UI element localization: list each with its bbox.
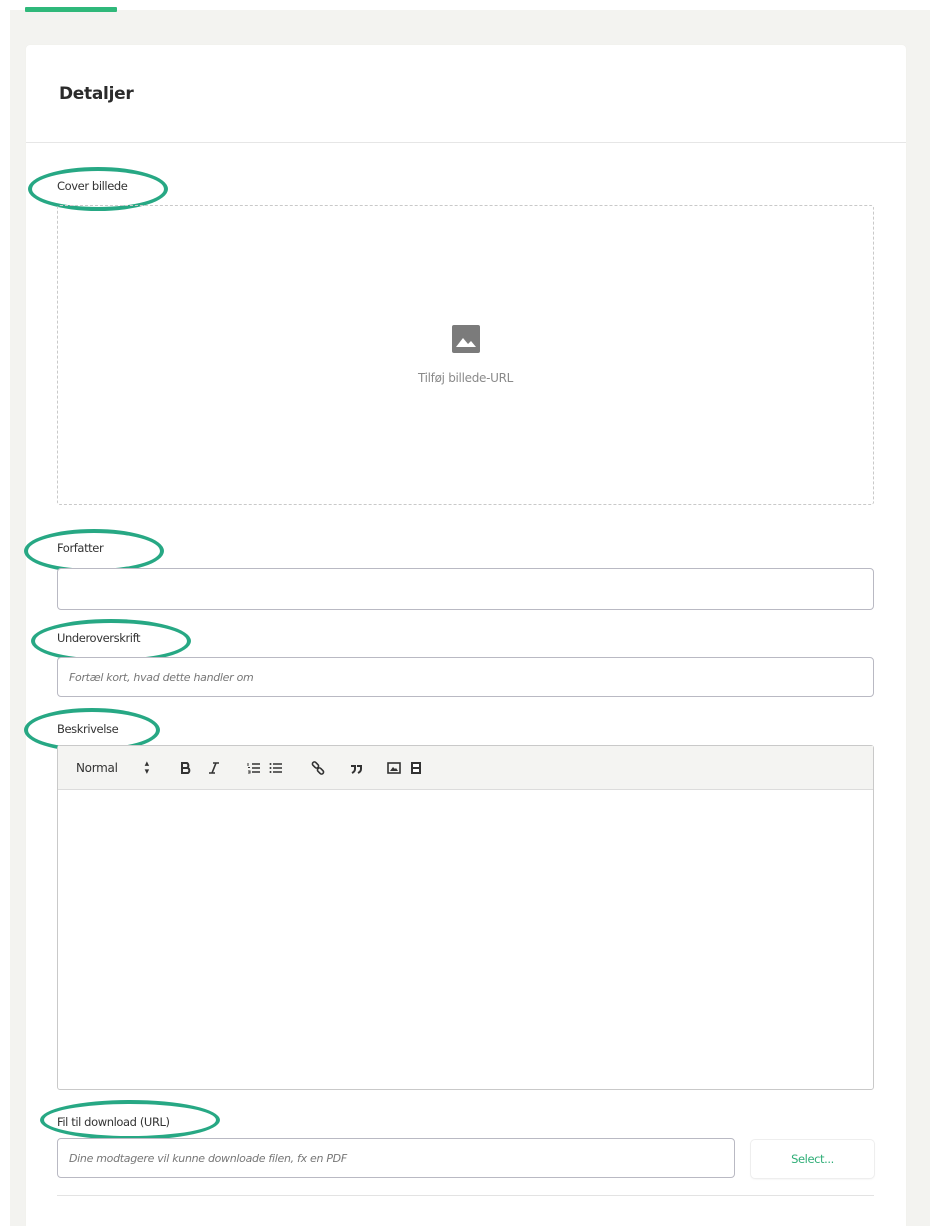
description-editor: Normal ▴ ▾: [57, 745, 874, 1090]
editor-toolbar: Normal ▴ ▾: [58, 746, 873, 790]
video-icon: [410, 761, 421, 774]
author-input[interactable]: [57, 568, 874, 610]
download-url-input[interactable]: [57, 1138, 735, 1178]
bullet-list-icon: [269, 762, 282, 773]
insert-image-button[interactable]: [383, 757, 405, 779]
description-editor-body[interactable]: [58, 790, 873, 1090]
bold-button[interactable]: [175, 757, 197, 779]
cover-image-dropzone[interactable]: Tilføj billede-URL: [57, 205, 874, 505]
select-file-button[interactable]: Select...: [751, 1140, 874, 1178]
bullet-list-button[interactable]: [265, 757, 287, 779]
details-card: Detaljer Cover billede Tilføj billede-UR…: [24, 45, 906, 1226]
select-arrows-icon: ▴ ▾: [144, 758, 150, 777]
format-select-value: Normal: [76, 760, 118, 775]
active-tab-indicator: [25, 7, 117, 12]
image-icon: [387, 761, 401, 774]
format-select[interactable]: Normal ▴ ▾: [76, 758, 150, 777]
section-title: Detaljer: [59, 83, 134, 104]
author-label-highlight: [24, 529, 164, 573]
ordered-list-button[interactable]: [243, 757, 265, 779]
italic-button[interactable]: [203, 757, 225, 779]
quote-button[interactable]: [345, 757, 367, 779]
download-label-highlight: [40, 1100, 220, 1140]
insert-video-button[interactable]: [405, 757, 427, 779]
italic-icon: [208, 761, 219, 774]
link-button[interactable]: [307, 757, 329, 779]
add-image-url-text: Tilføj billede-URL: [417, 371, 514, 385]
card-header: Detaljer: [26, 45, 906, 143]
bold-icon: [180, 761, 191, 774]
image-icon: [451, 325, 480, 353]
ordered-list-icon: [247, 762, 260, 773]
quote-icon: [350, 764, 362, 774]
link-icon: [311, 760, 325, 775]
bottom-divider: [57, 1195, 874, 1196]
subtitle-input[interactable]: [57, 657, 874, 697]
